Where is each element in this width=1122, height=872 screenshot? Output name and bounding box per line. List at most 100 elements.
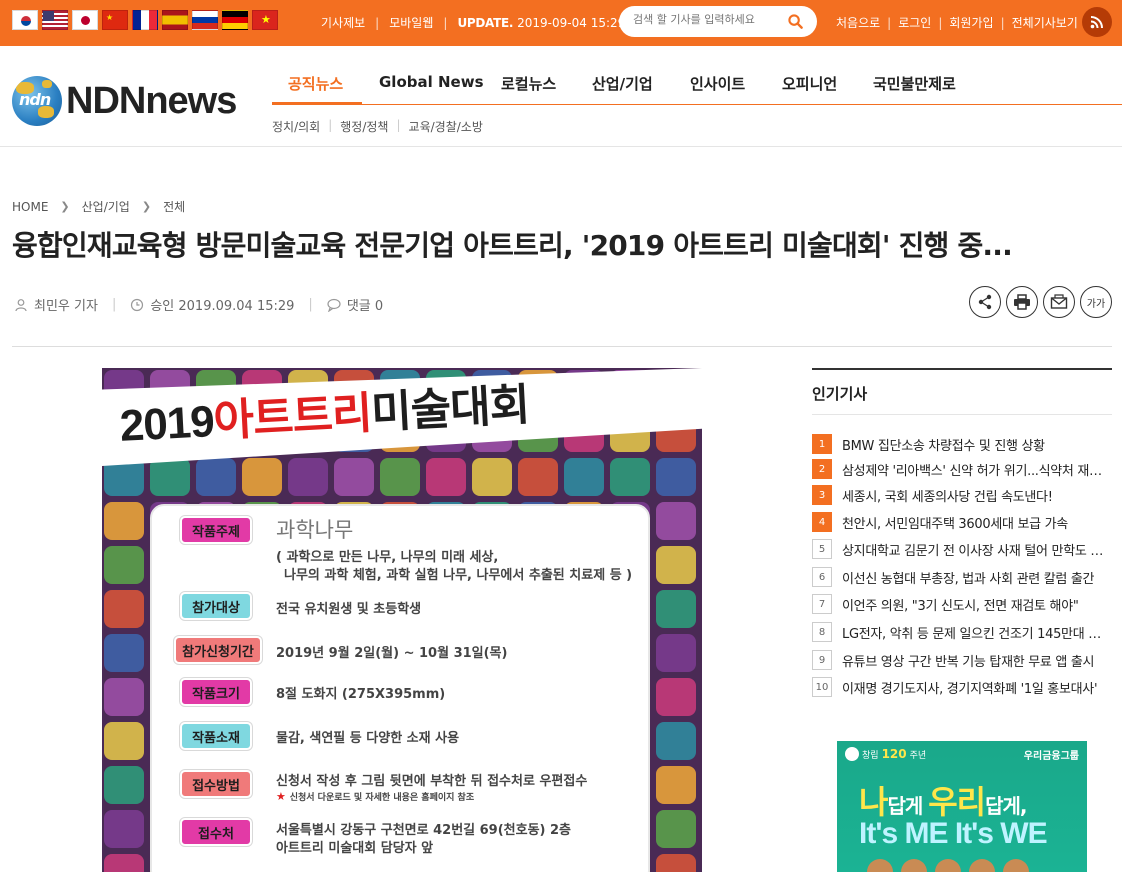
popular-item[interactable]: 9 유튜브 영상 구간 반복 기능 탑재한 무료 앱 출시 — [812, 650, 1112, 670]
search-box — [619, 6, 817, 37]
article-meta: 최민우 기자 | 승인 2019.09.04 15:29 | 댓글 0 — [14, 295, 383, 314]
separator: | — [443, 15, 448, 30]
germany-flag-icon[interactable] — [222, 10, 248, 30]
poster-title-brand: 아트트리 — [212, 388, 373, 447]
breadcrumb-section[interactable]: 산업/기업 — [82, 198, 130, 215]
poster-topic: 과학나무 — [276, 518, 354, 542]
report-link[interactable]: 기사제보 — [321, 14, 365, 31]
breadcrumb-home[interactable]: HOME — [12, 200, 48, 214]
poster-value: 아트트리 미술대회 담당자 앞 — [276, 841, 434, 856]
popular-item[interactable]: 7 이언주 의원, "3기 신도시, 전면 재검토 해야" — [812, 594, 1112, 614]
china-flag-icon[interactable]: ★ — [102, 10, 128, 30]
article-poster-image: 2019아트트리미술대회 작품주제 과학나무 ( 과학으로 만든 나무, 나무의… — [102, 368, 702, 872]
top-bar: ★ ★ 기사제보 | 모바일웹 | UPDATE. 2019-09-04 15:… — [0, 0, 1122, 46]
ad-anniversary-badge: 창립 120 주년 — [845, 747, 926, 761]
korea-flag-icon[interactable] — [12, 10, 38, 30]
popular-item[interactable]: 2 삼성제약 '리아백스' 신약 허가 위기...식약처 재심사 — [812, 459, 1112, 479]
rss-button[interactable] — [1082, 7, 1112, 37]
chevron-right-icon: ❯ — [60, 200, 70, 213]
popular-item-title: 세종시, 국회 세종의사당 건립 속도낸다! — [842, 489, 1053, 505]
separator: | — [111, 297, 117, 312]
nav-global-news[interactable]: Global News — [379, 73, 484, 91]
popular-item[interactable]: 3 세종시, 국회 세종의사당 건립 속도낸다! — [812, 485, 1112, 505]
advertisement-banner[interactable]: 창립 120 주년 우리금융그룹 나답게 우리답게, It's ME It's … — [837, 741, 1087, 872]
breadcrumb-all[interactable]: 전체 — [163, 198, 185, 215]
ad-badge-number: 120 — [881, 747, 907, 761]
popular-item[interactable]: 10 이재명 경기도지사, 경기지역화폐 '1일 홍보대사' — [812, 677, 1112, 697]
share-button[interactable] — [969, 286, 1001, 318]
mobile-web-link[interactable]: 모바일웹 — [389, 14, 433, 31]
nav-insight[interactable]: 인사이트 — [690, 73, 745, 94]
rank-badge: 8 — [812, 622, 832, 642]
approved-time: 승인 2019.09.04 15:29 — [130, 295, 294, 314]
poster-label: 참가대상 — [180, 592, 252, 620]
subnav-admin[interactable]: 행정/정책 — [340, 118, 388, 135]
subnav-education[interactable]: 교육/경찰/소방 — [409, 118, 483, 135]
nav-public-news[interactable]: 공직뉴스 — [288, 73, 343, 94]
ad-badge-suffix: 주년 — [909, 750, 927, 761]
star-icon: ★ — [276, 790, 290, 803]
breadcrumb: HOME ❯ 산업/기업 ❯ 전체 — [12, 198, 185, 215]
usa-flag-icon[interactable] — [42, 10, 68, 30]
home-link[interactable]: 처음으로 — [836, 14, 880, 31]
popular-item[interactable]: 4 천안시, 서민임대주택 3600세대 보급 가속 — [812, 512, 1112, 532]
all-articles-link[interactable]: 전체기사보기 — [1012, 14, 1078, 31]
poster-label: 접수방법 — [180, 770, 252, 798]
font-size-button[interactable]: 가가 — [1080, 286, 1112, 318]
separator: | — [887, 15, 892, 30]
poster-note: ★ 신청서 다운로드 및 자세한 내용은 홈페이지 참조 — [276, 790, 474, 803]
ad-headline-part: 답게, — [985, 794, 1027, 818]
poster-topic-detail: 나무의 과학 체험, 과학 실험 나무, 나무에서 추출된 치료제 등 ) — [284, 568, 633, 583]
main-nav: 공직뉴스 Global News 로컬뉴스 산업/기업 인사이트 오피니언 국민… — [272, 64, 1122, 105]
comments[interactable]: 댓글 0 — [327, 295, 383, 314]
font-size-label: 가가 — [1086, 298, 1106, 310]
popular-item[interactable]: 1 BMW 집단소송 차량접수 및 진행 상황 — [812, 434, 1112, 454]
rank-badge: 5 — [812, 539, 832, 559]
rank-badge: 9 — [812, 650, 832, 670]
separator: | — [1000, 15, 1005, 30]
separator: | — [396, 118, 401, 132]
site-logo[interactable]: ndn NDNnews — [12, 76, 237, 126]
email-button[interactable] — [1043, 286, 1075, 318]
popular-item-title: 이선신 농협대 부총장, 법과 사회 관련 칼럼 출간 — [842, 571, 1095, 587]
poster-label: 작품크기 — [180, 678, 252, 706]
rank-badge: 7 — [812, 594, 832, 614]
poster-info-card: 작품주제 과학나무 ( 과학으로 만든 나무, 나무의 미래 세상, 나무의 과… — [150, 504, 650, 872]
rss-icon — [1090, 16, 1103, 29]
meta-divider — [12, 346, 1112, 347]
subnav-politics[interactable]: 정치/의회 — [272, 118, 320, 135]
poster-value: 2019년 9월 2일(월) ~ 10월 31일(목) — [276, 646, 508, 661]
spain-flag-icon[interactable] — [162, 10, 188, 30]
separator: | — [308, 297, 313, 312]
nav-local-news[interactable]: 로컬뉴스 — [501, 73, 556, 94]
signup-link[interactable]: 회원가입 — [949, 14, 993, 31]
popular-item-title: 상지대학교 김문기 전 이사장 사재 털어 만학도 지원 — [842, 543, 1110, 559]
search-icon[interactable] — [788, 14, 803, 29]
russia-flag-icon[interactable] — [192, 10, 218, 30]
nav-industry[interactable]: 산업/기업 — [592, 73, 653, 94]
nav-active-indicator — [272, 102, 362, 105]
header-divider — [0, 146, 1122, 147]
update-label: UPDATE. — [457, 15, 514, 30]
login-link[interactable]: 로그인 — [898, 14, 931, 31]
share-icon — [978, 294, 992, 310]
vietnam-flag-icon[interactable]: ★ — [252, 10, 278, 30]
search-input[interactable] — [633, 13, 783, 26]
popular-item[interactable]: 6 이선신 농협대 부총장, 법과 사회 관련 칼럼 출간 — [812, 567, 1112, 587]
article-title: 융합인재교육형 방문미술교육 전문기업 아트트리, '2019 아트트리 미술대… — [12, 229, 1013, 262]
popular-item[interactable]: 5 상지대학교 김문기 전 이사장 사재 털어 만학도 지원 — [812, 539, 1112, 559]
popular-item-title: 이언주 의원, "3기 신도시, 전면 재검토 해야" — [842, 598, 1079, 614]
poster-label: 작품소재 — [180, 722, 252, 750]
poster-title-end: 미술대회 — [370, 380, 531, 438]
logo-mark-text: ndn — [19, 90, 51, 109]
top-links-right: 처음으로 | 로그인 | 회원가입 | 전체기사보기 — [836, 14, 1078, 31]
popular-item[interactable]: 8 LG전자, 악취 등 문제 일으킨 건조기 145만대 무상수리 — [812, 622, 1112, 642]
france-flag-icon[interactable] — [132, 10, 158, 30]
nav-opinion[interactable]: 오피니언 — [782, 73, 837, 94]
nav-complaint-zero[interactable]: 국민불만제로 — [873, 73, 956, 94]
sub-nav: 정치/의회 | 행정/정책 | 교육/경찰/소방 — [272, 118, 483, 135]
sidebar-top-rule — [812, 368, 1112, 370]
japan-flag-icon[interactable] — [72, 10, 98, 30]
print-button[interactable] — [1006, 286, 1038, 318]
popular-item-title: 삼성제약 '리아백스' 신약 허가 위기...식약처 재심사 — [842, 463, 1110, 479]
